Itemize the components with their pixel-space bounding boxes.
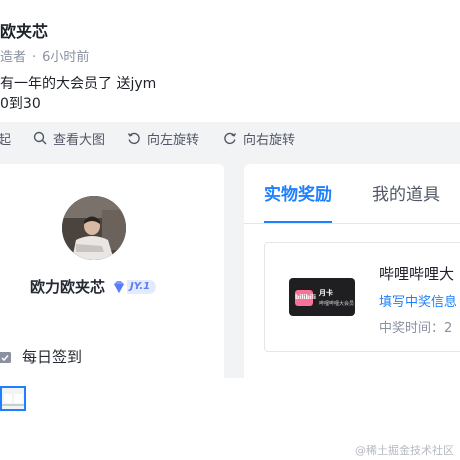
post-time: 6小时前 (42, 50, 90, 65)
post-content: 有一年的大会员了 送jym 0到30 (0, 74, 156, 114)
prize-image-title: 月卡 (319, 289, 333, 297)
avatar[interactable] (62, 196, 126, 260)
image-toolbar: 起 查看大图 向左旋转 向右旋转 (0, 122, 460, 154)
prize-time: 中奖时间：2 (379, 317, 452, 336)
rotate-right-label: 向右旋转 (243, 132, 296, 148)
checkin-label: 每日签到 (22, 348, 83, 366)
thumbnail-part-left (4, 394, 12, 403)
rotate-right-button[interactable]: 向右旋转 (223, 129, 295, 148)
prize-title: 哔哩哔哩大 (379, 265, 455, 283)
diamond-icon (114, 280, 125, 293)
author-role: 造者 (0, 50, 27, 65)
post-line-2: 0到30 (0, 96, 41, 112)
tab-physical-rewards[interactable]: 实物奖励 (264, 180, 332, 223)
prize-time-value: 2 (444, 321, 453, 336)
image-preview: 欧力欧夹芯 JY.1 每日签到 实物奖励 我的道具 bilibili 月卡 哔哩… (0, 154, 460, 378)
post-meta: 造者 · 6小时前 (0, 46, 89, 65)
prize-image: bilibili 月卡 哔哩哔哩大会员 (289, 278, 355, 316)
thumbnail-part-right (14, 394, 23, 403)
image-thumbnail[interactable] (0, 386, 26, 411)
rotate-left-button[interactable]: 向左旋转 (127, 129, 199, 148)
search-icon (33, 131, 47, 145)
username[interactable]: 欧力欧夹芯 (30, 276, 105, 297)
bilibili-logo: bilibili (295, 290, 316, 306)
rotate-left-label: 向左旋转 (147, 132, 200, 148)
username-row: 欧力欧夹芯 JY.1 (30, 276, 157, 297)
tab-my-items[interactable]: 我的道具 (372, 180, 440, 223)
post-author-name[interactable]: 欧夹芯 (0, 18, 48, 42)
meta-separator: · (32, 50, 37, 65)
avatar-photo (62, 196, 126, 260)
post-line-1: 有一年的大会员了 送jym (0, 76, 157, 92)
prize-tabs: 实物奖励 我的道具 (264, 180, 440, 223)
rotate-left-icon (127, 132, 140, 145)
watermark: @稀土掘金技术社区 (355, 444, 454, 457)
collapse-label: 起 (0, 132, 12, 148)
view-large-label: 查看大图 (53, 132, 106, 148)
view-large-button[interactable]: 查看大图 (33, 129, 105, 148)
prize-image-subtitle: 哔哩哔哩大会员 (319, 301, 355, 307)
daily-checkin-button[interactable]: 每日签到 (0, 346, 82, 367)
calendar-check-icon (0, 351, 11, 363)
level-badge: JY.1 (111, 279, 157, 295)
thumbnail-part-bar (2, 404, 24, 406)
collapse-button[interactable]: 起 (0, 129, 11, 148)
prize-time-label: 中奖时间： (379, 321, 445, 336)
tab-divider (244, 223, 460, 224)
fill-prize-info-link[interactable]: 填写中奖信息 (379, 291, 457, 310)
prize-item-card: bilibili 月卡 哔哩哔哩大会员 哔哩哔哩大 填写中奖信息 中奖时间：2 (264, 242, 460, 352)
user-card: 欧力欧夹芯 JY.1 每日签到 (0, 164, 224, 378)
prize-panel: 实物奖励 我的道具 bilibili 月卡 哔哩哔哩大会员 哔哩哔哩大 填写中奖… (244, 164, 460, 378)
level-label: JY.1 (127, 279, 157, 294)
rotate-right-icon (224, 132, 237, 145)
